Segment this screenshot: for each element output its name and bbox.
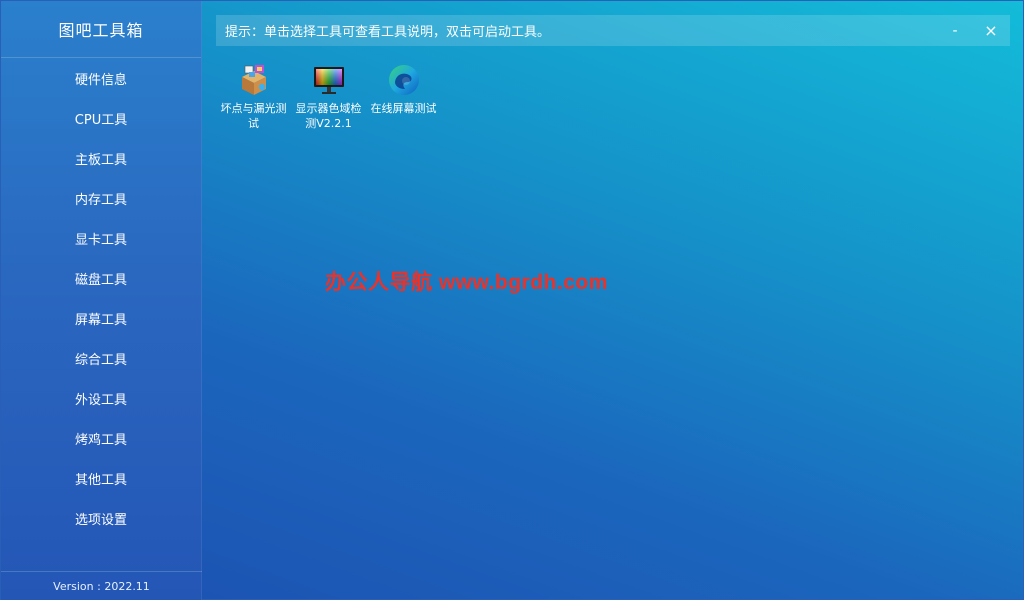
hint-text: 提示：单击选择工具可查看工具说明，双击可启动工具。 (225, 25, 551, 40)
watermark-text: 办公人导航 www.bgrdh.com (325, 271, 608, 294)
version-label: Version : 2022.11 (1, 571, 202, 600)
sidebar-item-stress-tools[interactable]: 烤鸡工具 (1, 418, 201, 458)
monitor-color-icon (313, 67, 344, 94)
sidebar-item-other-tools[interactable]: 其他工具 (1, 458, 201, 498)
sidebar-item-memory-tools[interactable]: 内存工具 (1, 178, 201, 218)
sidebar: 图吧工具箱 硬件信息 CPU工具 主板工具 内存工具 显卡工具 磁盘工具 屏幕工… (1, 1, 202, 600)
app-window: 图吧工具箱 硬件信息 CPU工具 主板工具 内存工具 显卡工具 磁盘工具 屏幕工… (0, 0, 1024, 600)
tool-label: 显示器色域检测V2.2.1 (295, 102, 362, 130)
tool-item-dead-pixel-test[interactable]: 坏点与漏光测试 (216, 63, 291, 131)
sidebar-item-motherboard-tools[interactable]: 主板工具 (1, 138, 201, 178)
sidebar-item-screen-tools[interactable]: 屏幕工具 (1, 298, 201, 338)
sidebar-item-disk-tools[interactable]: 磁盘工具 (1, 258, 201, 298)
tool-grid: 坏点与漏光测试 显示器色域检测V2.2.1 在线屏幕测试 (216, 63, 441, 131)
minimize-button[interactable]: - (939, 15, 971, 46)
sidebar-item-peripheral-tools[interactable]: 外设工具 (1, 378, 201, 418)
hint-bar: 提示：单击选择工具可查看工具说明，双击可启动工具。 (216, 15, 1010, 46)
sidebar-item-general-tools[interactable]: 综合工具 (1, 338, 201, 378)
sidebar-item-cpu-tools[interactable]: CPU工具 (1, 98, 201, 138)
tool-label: 坏点与漏光测试 (220, 102, 287, 130)
edge-browser-icon (388, 65, 419, 95)
tool-item-online-screen-test[interactable]: 在线屏幕测试 (366, 63, 441, 131)
app-title: 图吧工具箱 (1, 1, 201, 58)
sidebar-item-gpu-tools[interactable]: 显卡工具 (1, 218, 201, 258)
sidebar-item-settings[interactable]: 选项设置 (1, 498, 201, 538)
tool-item-monitor-gamut[interactable]: 显示器色域检测V2.2.1 (291, 63, 366, 131)
sidebar-nav: 硬件信息 CPU工具 主板工具 内存工具 显卡工具 磁盘工具 屏幕工具 综合工具… (1, 58, 201, 538)
sidebar-item-hardware-info[interactable]: 硬件信息 (1, 58, 201, 98)
close-button[interactable]: × (975, 15, 1007, 46)
tool-label: 在线屏幕测试 (370, 102, 437, 115)
box-package-icon (241, 65, 266, 95)
